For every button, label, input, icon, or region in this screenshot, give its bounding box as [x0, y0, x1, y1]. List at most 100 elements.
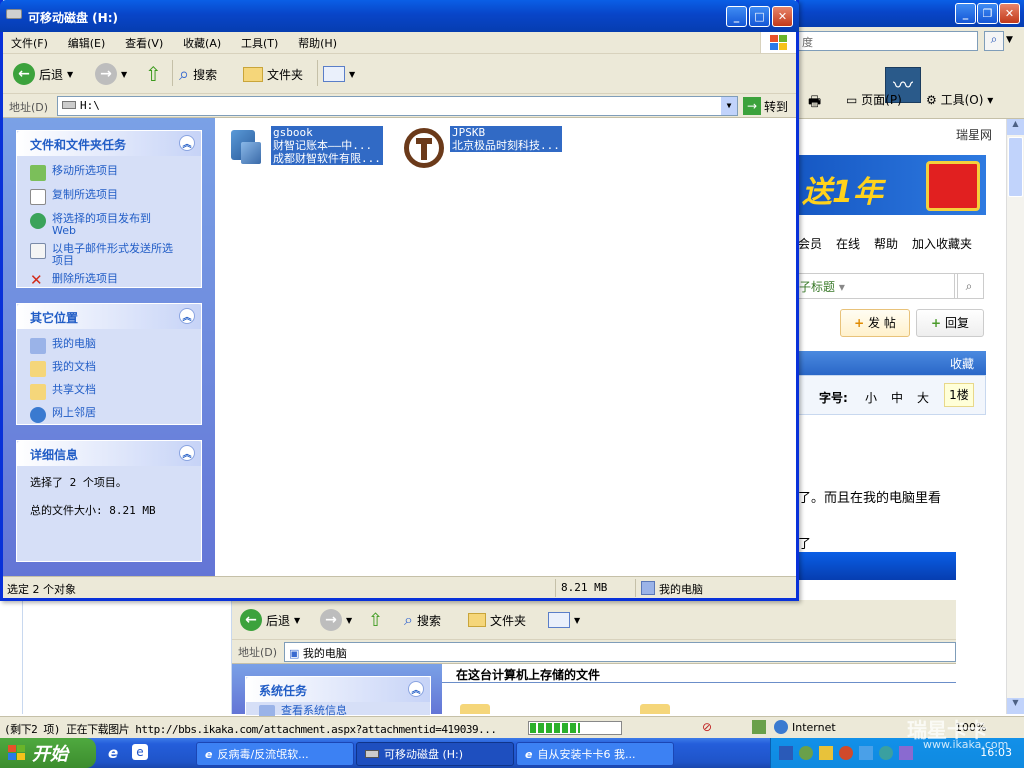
menu-file[interactable]: 文件(F): [3, 32, 56, 51]
move-items-link[interactable]: 移动所选项目: [17, 163, 201, 183]
nav-help[interactable]: 帮助: [874, 235, 898, 252]
browser-minimize-button[interactable]: _: [955, 3, 976, 24]
nav-member[interactable]: 会员: [798, 235, 822, 252]
tools-menu[interactable]: ⚙ 工具(O) ▾: [926, 91, 993, 108]
page-menu[interactable]: ▭ 页面(P): [846, 91, 902, 108]
folders-button[interactable]: 文件夹: [243, 58, 303, 90]
inner-address-input[interactable]: ▣ 我的电脑: [284, 642, 956, 662]
menu-tools[interactable]: 工具(T): [233, 32, 286, 51]
favorite-link[interactable]: 收藏: [950, 355, 974, 372]
maximize-button[interactable]: □: [749, 6, 770, 27]
tray-icon-4[interactable]: [839, 746, 853, 760]
folder-icon[interactable]: [640, 704, 670, 714]
back-button[interactable]: ← 后退 ▼: [13, 58, 73, 90]
file-item-jpskb[interactable]: JPSKB 北京极品时刻科技...: [402, 126, 562, 170]
delete-items-link[interactable]: ✕ 删除所选项目: [17, 269, 201, 289]
folder-icon[interactable]: [460, 704, 490, 714]
reply-button[interactable]: + 回复: [916, 309, 984, 337]
ie-alt-quicklaunch-icon[interactable]: e: [132, 744, 148, 760]
file-item-gsbook[interactable]: gsbook 财智记账本——中... 成都财智软件有限...: [227, 126, 383, 170]
network-places-link[interactable]: 网上邻居: [17, 405, 201, 425]
close-button[interactable]: ✕: [772, 6, 793, 27]
inner-back-button[interactable]: ← 后退 ▼: [240, 604, 300, 636]
post-button[interactable]: + 发 帖: [840, 309, 910, 337]
taskbar-item-explorer[interactable]: 可移动磁盘 (H:): [356, 742, 514, 766]
scroll-down-arrow-icon[interactable]: ▼: [1007, 698, 1024, 714]
forum-search-input[interactable]: 子标题 ▾: [798, 273, 958, 299]
search-options-chevron-icon[interactable]: ▼: [1006, 35, 1013, 45]
browser-restore-button[interactable]: ❐: [977, 3, 998, 24]
menu-edit[interactable]: 编辑(E): [60, 32, 114, 51]
scroll-up-arrow-icon[interactable]: ▲: [1007, 119, 1024, 135]
inner-forward-button[interactable]: → ▼: [320, 604, 352, 636]
gsbook-desc-1: 财智记账本——中...: [271, 139, 383, 152]
ie-quicklaunch-icon[interactable]: e: [108, 744, 118, 762]
views-button[interactable]: ▼: [323, 58, 355, 90]
minimize-button[interactable]: _: [726, 6, 747, 27]
search-button[interactable]: ⌕ 搜索: [179, 58, 217, 90]
clock[interactable]: 16:03: [980, 746, 1012, 759]
forum-search-button[interactable]: ⌕: [954, 273, 984, 299]
inner-up-button[interactable]: ⇧: [368, 604, 383, 636]
windows-logo-icon: [760, 32, 796, 53]
popup-blocker-icon[interactable]: ⊘: [702, 720, 712, 734]
tray-icon-5[interactable]: [859, 746, 873, 760]
start-button[interactable]: 开始: [0, 738, 96, 768]
ie-icon: e: [525, 747, 533, 761]
tray-icon-2[interactable]: [799, 746, 813, 760]
go-button[interactable]: → 转到: [743, 97, 788, 115]
address-dropdown-icon[interactable]: ▼: [721, 97, 737, 115]
collapse-chevron-icon[interactable]: ︽: [179, 308, 195, 324]
up-button[interactable]: ⇧: [145, 58, 162, 90]
search-icon[interactable]: ⌕: [984, 31, 1004, 51]
inner-folders-button[interactable]: 文件夹: [468, 604, 526, 636]
status-selection: 选定 2 个对象: [7, 583, 76, 596]
font-medium-link[interactable]: 中: [891, 389, 903, 406]
menu-help[interactable]: 帮助(H): [290, 32, 345, 51]
explorer-titlebar[interactable]: 可移动磁盘 (H:) _ □ ✕: [0, 0, 799, 32]
email-items-link[interactable]: 以电子邮件形式发送所选项目: [17, 239, 201, 269]
inner-views-button[interactable]: ▼: [548, 604, 580, 636]
font-small-link[interactable]: 小: [865, 389, 877, 406]
file-tasks-header[interactable]: 文件和文件夹任务 ︽: [17, 131, 201, 156]
browser-close-button[interactable]: ✕: [999, 3, 1020, 24]
other-places-header[interactable]: 其它位置 ︽: [17, 304, 201, 329]
tray-icon-6[interactable]: [879, 746, 893, 760]
my-documents-link[interactable]: 我的文档: [17, 359, 201, 382]
tray-icon-7[interactable]: [899, 746, 913, 760]
browser-search-input[interactable]: 度: [798, 31, 978, 51]
collapse-chevron-icon[interactable]: ︽: [179, 135, 195, 151]
collapse-chevron-icon[interactable]: ︽: [179, 445, 195, 461]
network-places-label: 网上邻居: [52, 406, 96, 419]
font-large-link[interactable]: 大: [917, 389, 929, 406]
collapse-chevron-icon[interactable]: ︽: [408, 681, 424, 697]
print-icon[interactable]: 🖶: [808, 91, 821, 115]
tray-icon-3[interactable]: [819, 746, 833, 760]
address-input[interactable]: H:\ ▼: [57, 96, 738, 116]
envelope-icon: [30, 243, 46, 259]
forward-button[interactable]: → ▼: [95, 58, 127, 90]
scroll-thumb[interactable]: [1008, 137, 1023, 197]
my-computer-link[interactable]: 我的电脑: [17, 336, 201, 359]
status-bar: 选定 2 个对象 8.21 MB 我的电脑: [3, 576, 796, 598]
security-icon[interactable]: [752, 720, 766, 734]
system-tasks-header[interactable]: 系统任务 ︽: [246, 677, 430, 702]
details-header[interactable]: 详细信息 ︽: [17, 441, 201, 466]
back-label: 后退: [39, 67, 64, 82]
menu-favorites[interactable]: 收藏(A): [175, 32, 229, 51]
delete-items-label: 删除所选项目: [52, 272, 118, 285]
inner-search-button[interactable]: ⌕ 搜索: [404, 604, 441, 636]
promo-banner[interactable]: 送1年: [798, 155, 986, 215]
nav-online[interactable]: 在线: [836, 235, 860, 252]
browser-titlebar: _ ❐ ✕: [790, 0, 1024, 27]
browser-scrollbar[interactable]: ▲ ▼: [1006, 119, 1024, 714]
nav-bookmark[interactable]: 加入收藏夹: [912, 235, 972, 252]
copy-items-link[interactable]: 复制所选项目: [17, 183, 201, 207]
taskbar-item-forum[interactable]: e 自从安装卡卡6 我...: [516, 742, 674, 766]
site-name[interactable]: 瑞星网: [956, 126, 992, 143]
taskbar-item-browser[interactable]: e 反病毒/反流氓软...: [196, 742, 354, 766]
shared-documents-link[interactable]: 共享文档: [17, 382, 201, 405]
tray-icon-1[interactable]: [779, 746, 793, 760]
publish-web-link[interactable]: 将选择的项目发布到 Web: [17, 207, 201, 239]
menu-view[interactable]: 查看(V): [117, 32, 171, 51]
